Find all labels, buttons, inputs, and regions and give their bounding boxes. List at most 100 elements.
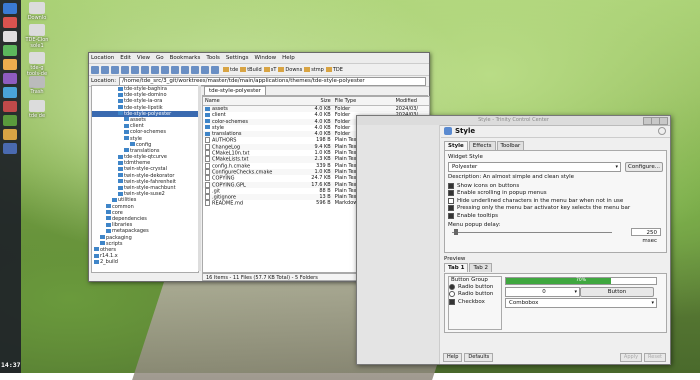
home-icon[interactable] bbox=[121, 65, 129, 74]
tree-item-label: dependencies bbox=[112, 215, 147, 222]
tde-menu-icon[interactable] bbox=[3, 3, 17, 14]
document-icon bbox=[205, 137, 210, 144]
bookmark-item[interactable]: sT bbox=[263, 67, 276, 73]
preview-combobox[interactable]: Combobox bbox=[505, 298, 657, 308]
preview-button[interactable]: Button bbox=[580, 287, 654, 297]
popup-delay-slider[interactable]: 250 msec bbox=[448, 227, 663, 244]
menu-item[interactable]: Settings bbox=[226, 55, 249, 61]
browser-icon[interactable] bbox=[3, 73, 17, 84]
close-icon[interactable] bbox=[659, 117, 668, 125]
folder-icon bbox=[118, 105, 123, 110]
bookmark-item[interactable]: TDE bbox=[325, 67, 343, 73]
folder-tree[interactable]: tde-style-baghira tde-style-domino tde-sty… bbox=[91, 85, 199, 273]
taskbar-item-icon[interactable] bbox=[3, 115, 17, 126]
clock[interactable]: 14:37 bbox=[1, 361, 21, 369]
filemanager-icon[interactable] bbox=[3, 59, 17, 70]
bookmark-item[interactable]: stmp bbox=[304, 67, 324, 73]
tab-2[interactable]: Tab 2 bbox=[469, 263, 492, 272]
menu-item[interactable]: Location bbox=[91, 55, 114, 61]
preview-spinbox[interactable]: 0 bbox=[505, 287, 580, 297]
desktop-icon-tde-git[interactable]: tde-g tools-de bbox=[24, 52, 50, 77]
desktop-icon-tde[interactable]: tde de bbox=[24, 100, 50, 119]
stop-icon[interactable] bbox=[141, 65, 149, 74]
tab-1[interactable]: Tab 1 bbox=[444, 263, 469, 272]
document-icon bbox=[205, 162, 210, 169]
forward-icon[interactable] bbox=[101, 65, 109, 74]
help-button[interactable]: Help bbox=[443, 353, 463, 362]
column-modified[interactable]: Modified bbox=[394, 97, 429, 105]
menu-item[interactable]: Help bbox=[282, 55, 295, 61]
radio-button-1[interactable]: Radio button bbox=[449, 283, 501, 291]
style-option-checkbox[interactable]: Pressing only the menu bar activator key… bbox=[448, 205, 663, 213]
column-name[interactable]: Name bbox=[203, 97, 303, 105]
tree-item[interactable]: 2_build bbox=[92, 259, 198, 265]
taskbar-item-icon[interactable] bbox=[3, 143, 17, 154]
reset-button[interactable]: Reset bbox=[644, 353, 666, 362]
zoom-out-icon[interactable] bbox=[181, 65, 189, 74]
paste-icon[interactable] bbox=[161, 65, 169, 74]
radio-button-2[interactable]: Radio button bbox=[449, 291, 501, 299]
style-tabs: Style Effects Toolbar bbox=[444, 141, 670, 150]
view-tree-icon[interactable] bbox=[211, 65, 219, 74]
zoom-in-icon[interactable] bbox=[171, 65, 179, 74]
control-center-sidebar bbox=[357, 125, 440, 364]
folder-icon bbox=[124, 148, 129, 153]
desktop-icon[interactable] bbox=[3, 31, 17, 42]
menu-item[interactable]: Window bbox=[254, 55, 276, 61]
tree-item-label: twin-style-machbunt bbox=[124, 185, 176, 191]
help-icon[interactable] bbox=[658, 127, 666, 135]
checkbox-indicator bbox=[448, 205, 454, 212]
up-icon[interactable] bbox=[111, 65, 119, 74]
defaults-button[interactable]: Defaults bbox=[464, 353, 494, 362]
splitter[interactable] bbox=[198, 85, 201, 271]
bookmark-toolbar: tde tBuild sT Downs stmp TDE bbox=[221, 67, 343, 73]
configure-button[interactable]: Configure... bbox=[625, 162, 663, 172]
menu-item[interactable]: Bookmarks bbox=[170, 55, 201, 61]
file-name: translations bbox=[212, 131, 242, 138]
menu-item[interactable]: Go bbox=[156, 55, 164, 61]
tree-item-label: tde-style-ia-ora bbox=[124, 98, 163, 105]
desktop-icon-trash[interactable]: Trash bbox=[24, 76, 50, 95]
tab-tde-style-polyester[interactable]: tde-style-polyester bbox=[204, 86, 266, 95]
view-list-icon[interactable] bbox=[201, 65, 209, 74]
taskbar-item-icon[interactable] bbox=[3, 129, 17, 140]
popup-delay-spinbox[interactable]: 250 msec bbox=[631, 227, 661, 244]
folder-icon bbox=[124, 117, 129, 122]
desktop-icon-tde-clone[interactable]: TDE-Clon sole1 bbox=[24, 24, 50, 49]
taskbar-item-icon[interactable] bbox=[3, 87, 17, 98]
copy-icon[interactable] bbox=[151, 65, 159, 74]
folder-icon bbox=[100, 235, 105, 239]
toolbar: tde tBuild sT Downs stmp TDE bbox=[89, 64, 429, 76]
bookmark-item[interactable]: tBuild bbox=[240, 67, 262, 73]
trash-icon bbox=[29, 76, 45, 88]
style-option-checkbox[interactable]: Enable tooltips bbox=[448, 212, 663, 220]
widget-style-combo[interactable]: Polyester bbox=[448, 162, 621, 172]
menu-item[interactable]: Tools bbox=[206, 55, 220, 61]
menu-item[interactable]: View bbox=[137, 55, 150, 61]
preview-checkbox[interactable]: Checkbox bbox=[449, 298, 501, 306]
terminal-icon[interactable] bbox=[3, 45, 17, 56]
tab-effects[interactable]: Effects bbox=[468, 141, 496, 150]
back-icon[interactable] bbox=[91, 65, 99, 74]
tab-toolbar[interactable]: Toolbar bbox=[496, 141, 525, 150]
app-launcher-icon[interactable] bbox=[3, 17, 17, 28]
view-icons-icon[interactable] bbox=[191, 65, 199, 74]
bookmark-item[interactable]: Downs bbox=[278, 67, 302, 73]
style-option-checkbox[interactable]: Show icons on buttons bbox=[448, 182, 663, 190]
taskbar-item-icon[interactable] bbox=[3, 101, 17, 112]
folder-icon bbox=[304, 67, 311, 72]
tree-item-label: utilities bbox=[118, 197, 137, 204]
document-icon bbox=[205, 168, 210, 175]
column-size[interactable]: Size bbox=[303, 97, 333, 105]
style-option-checkbox[interactable]: Enable scrolling in popup menus bbox=[448, 190, 663, 198]
column-file-type[interactable]: File Type bbox=[333, 97, 394, 105]
preview-label: Preview bbox=[444, 256, 466, 262]
menu-item[interactable]: Edit bbox=[120, 55, 131, 61]
style-option-checkbox[interactable]: Hide underlined characters in the menu b… bbox=[448, 197, 663, 205]
bookmark-item[interactable]: tde bbox=[223, 67, 238, 73]
apply-button[interactable]: Apply bbox=[619, 353, 643, 362]
reload-icon[interactable] bbox=[131, 65, 139, 74]
desktop-icon-downloads[interactable]: Downlo bbox=[24, 2, 50, 21]
tab-style[interactable]: Style bbox=[444, 141, 468, 150]
slider-handle[interactable] bbox=[454, 228, 458, 235]
